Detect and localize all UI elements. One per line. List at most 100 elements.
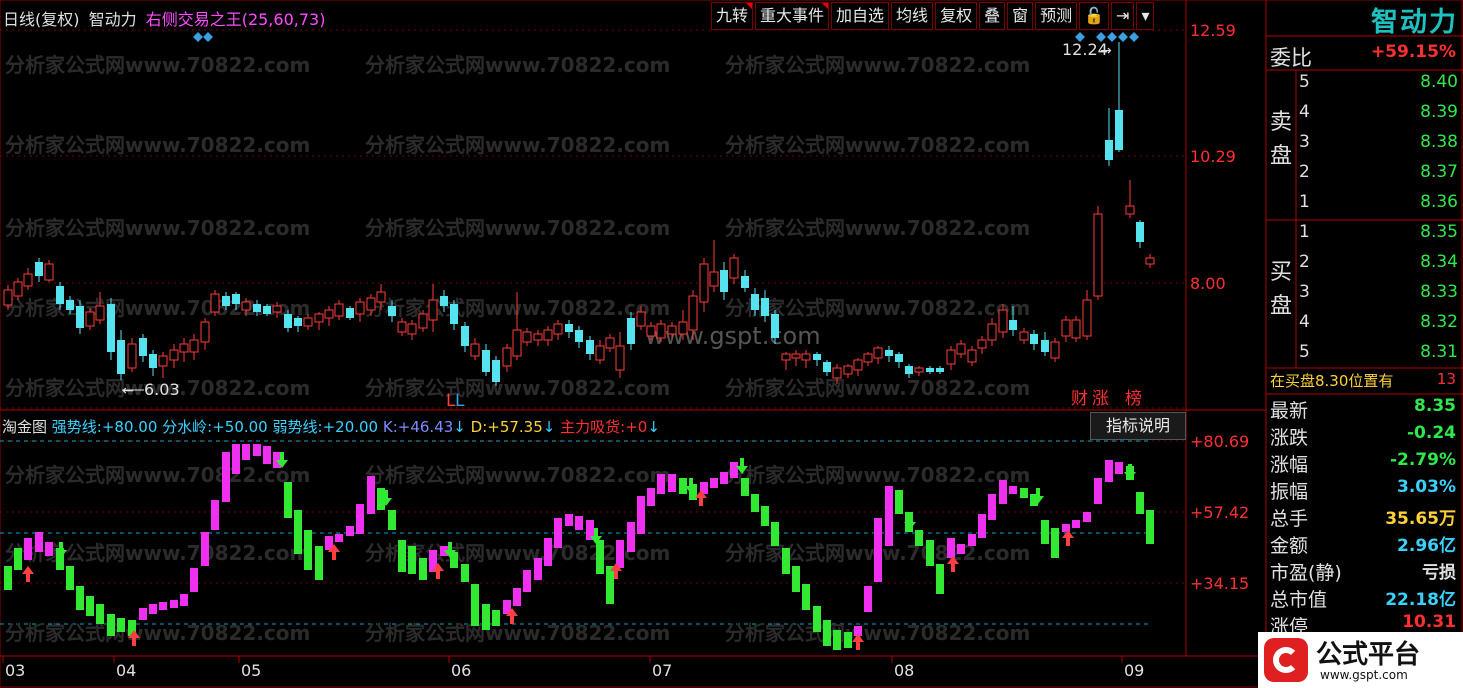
indicator-bar (408, 546, 416, 574)
signal-diamond-icon (1118, 32, 1128, 42)
candle-body (987, 323, 997, 341)
indicator-bar (304, 530, 312, 570)
indicator-bar (1136, 492, 1144, 514)
sell-level-row[interactable]: 1 8.36 (1296, 192, 1458, 222)
buy-level-row[interactable]: 3 8.33 (1296, 282, 1458, 312)
watermark-text: 分析家公式网www.70822.com (725, 216, 1030, 240)
candle-body (388, 306, 396, 316)
indicator-bar (482, 604, 490, 630)
candle-body (699, 263, 709, 303)
candle-body (709, 271, 719, 287)
period-label[interactable]: 日线(复权) (3, 10, 80, 29)
candle-body (1071, 319, 1081, 339)
toolbar-button-5[interactable]: 叠 (979, 2, 1006, 30)
candle-body (741, 276, 749, 288)
indicator-bar (915, 530, 923, 546)
candle-body (366, 297, 376, 311)
indicator-bar (139, 608, 147, 620)
candle-body (158, 355, 168, 367)
candle-body (956, 343, 966, 355)
candle-body (1136, 222, 1144, 242)
indicator-bar (1020, 488, 1028, 498)
candle-body (1115, 110, 1123, 150)
candle-body (179, 343, 189, 353)
price-axis-label: 12.59 (1190, 21, 1236, 40)
indicator-bar (159, 602, 167, 610)
buy-level-row[interactable]: 1 8.35 (1296, 222, 1458, 252)
indicator-bar (710, 478, 718, 488)
candle-body (781, 353, 791, 361)
indicator-panel-name[interactable]: 淘金图 (2, 418, 47, 436)
sell-level-row[interactable]: 3 8.38 (1296, 132, 1458, 162)
indicator-bar (96, 604, 104, 624)
buy-level-row[interactable]: 5 8.31 (1296, 342, 1458, 372)
candle-body (450, 304, 458, 324)
candle-body (346, 308, 354, 318)
quote-stat-row: 最新 8.35 (1270, 396, 1456, 422)
lock-button[interactable]: 🔓 (1079, 2, 1110, 30)
candle-body (314, 313, 324, 323)
watermark-text: 分析家公式网www.70822.com (725, 376, 1030, 400)
k-label: K: (382, 418, 398, 436)
candle-body (1105, 140, 1113, 160)
left-arrow-icon: ← (122, 383, 134, 399)
candle-body (843, 365, 853, 375)
candle-body (801, 353, 811, 361)
candle-body (189, 339, 199, 353)
watermark-text: 分析家公式网www.70822.com (5, 216, 310, 240)
quote-stat-row: 金额 2.96亿 (1270, 535, 1456, 557)
indicator-name[interactable]: 右侧交易之王(25,60,73) (146, 10, 326, 29)
indicator-bar (720, 472, 728, 484)
x-axis-label: 07 (652, 661, 672, 680)
main-chart[interactable]: 分析家公式网www.70822.com 分析家公式网www.70822.com 分析… (0, 0, 1463, 688)
toolbar-button-4[interactable]: 复权 (935, 2, 978, 30)
candle-body (646, 325, 656, 337)
candle-body (222, 296, 230, 306)
sell-level-row[interactable]: 4 8.39 (1296, 102, 1458, 132)
chevron-down-button[interactable]: ▾ (1136, 2, 1155, 30)
candle-body (1082, 299, 1092, 337)
buy-level-row[interactable]: 2 8.34 (1296, 252, 1458, 282)
toolbar-button-2[interactable]: 加自选 (831, 2, 890, 30)
expand-button[interactable]: ⇥ (1111, 2, 1135, 30)
toolbar-button-6[interactable]: 窗 (1007, 2, 1034, 30)
candle-body (13, 281, 23, 297)
toolbar-button-1[interactable]: 重大事件 (755, 2, 830, 30)
gspt-logo-icon (1264, 638, 1308, 682)
indicator-bar (978, 514, 986, 538)
candle-body (905, 366, 913, 374)
indicator-bar (253, 444, 261, 456)
indicator-bar (813, 606, 821, 632)
candle-body (1145, 257, 1155, 265)
indicator-bar (926, 540, 934, 566)
indicator-explain-button[interactable]: 指标说明 (1090, 412, 1186, 440)
candle-body (977, 339, 987, 349)
toolbar-button-3[interactable]: 均线 (891, 2, 934, 30)
buy-level-row[interactable]: 4 8.32 (1296, 312, 1458, 342)
divider-line-value: +50.00 (212, 418, 268, 436)
candle-body (1125, 205, 1135, 215)
candle-body (914, 367, 924, 373)
candle-body (232, 294, 240, 304)
candle-body (355, 301, 365, 315)
candle-body (678, 321, 688, 335)
quote-stat-row: 总市值 22.18亿 (1270, 589, 1456, 611)
indicator-bar (957, 544, 965, 554)
candle-body (1061, 319, 1071, 337)
sell-level-row[interactable]: 2 8.37 (1296, 162, 1458, 192)
indicator-bar (335, 534, 343, 542)
indicator-bar (356, 504, 364, 534)
indicator-bar (211, 500, 219, 530)
indicator-bar (1041, 520, 1049, 544)
indicator-bar (999, 480, 1007, 504)
weak-line-value: +20.00 (322, 418, 379, 436)
sell-level-row[interactable]: 5 8.40 (1296, 72, 1458, 102)
toolbar-button-7[interactable]: 预测 (1035, 2, 1078, 30)
candle-body (23, 273, 33, 287)
indicator-bar (844, 632, 852, 648)
indicator-bar (1009, 486, 1017, 494)
x-axis-label: 03 (5, 661, 25, 680)
toolbar-button-0[interactable]: 九转 (711, 2, 754, 30)
candle-body (543, 329, 553, 341)
watermark-text: 分析家公式网www.70822.com (365, 53, 670, 77)
